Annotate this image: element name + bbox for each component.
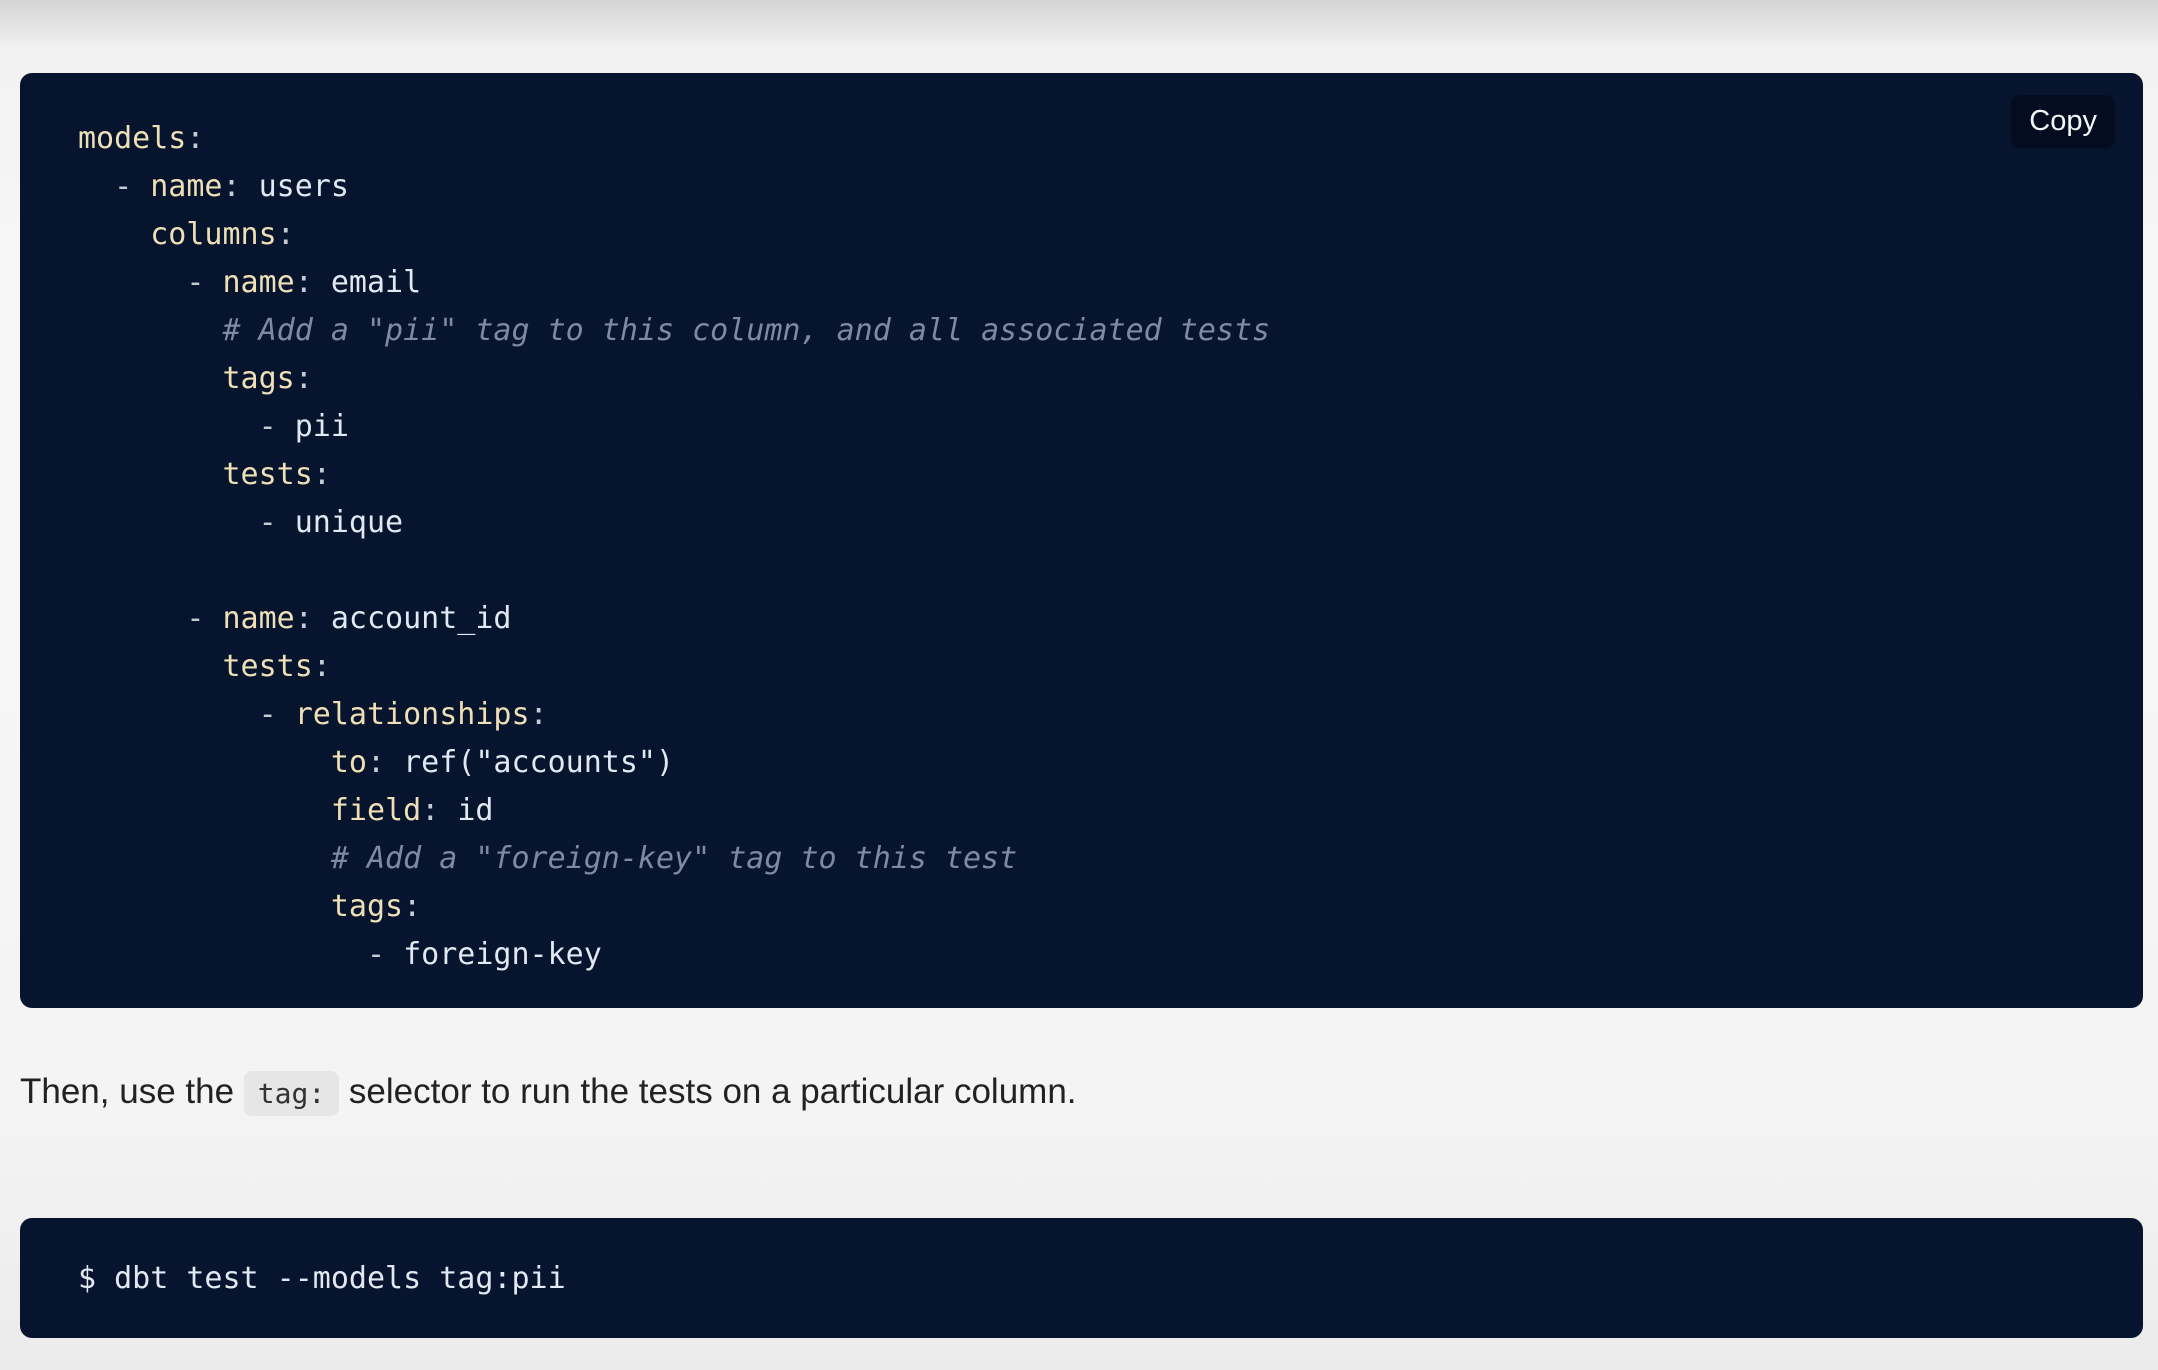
- code-key: tests: [222, 649, 313, 684]
- code-punct: [78, 649, 223, 684]
- code-line: - foreign-key: [78, 931, 2143, 979]
- code-punct: :: [312, 457, 331, 492]
- code-key: models: [78, 121, 187, 156]
- code-punct: :: [312, 649, 331, 684]
- code-key: name: [222, 601, 295, 636]
- code-punct: :: [294, 361, 313, 396]
- code-punct: -: [78, 697, 295, 732]
- code-line: field: id: [78, 787, 2143, 835]
- code-comment: # Add a "pii" tag to this column, and al…: [222, 313, 1271, 348]
- code-punct: [78, 313, 223, 348]
- code-punct: [78, 889, 331, 924]
- code-punct: :: [403, 889, 422, 924]
- inline-code-tag: tag:: [243, 1071, 340, 1116]
- code-key: relationships: [294, 697, 530, 732]
- code-key: tags: [330, 889, 404, 924]
- code-punct: :: [367, 745, 404, 780]
- code-line: - name: email: [78, 259, 2143, 307]
- code-line: models:: [78, 115, 2143, 163]
- code-punct: [78, 745, 331, 780]
- code-line: tests:: [78, 451, 2143, 499]
- code-punct: [78, 841, 331, 876]
- code-line: columns:: [78, 211, 2143, 259]
- code-line: - name: account_id: [78, 595, 2143, 643]
- code-punct: :: [294, 265, 331, 300]
- code-punct: :: [186, 121, 205, 156]
- paragraph-text-after: selector to run the tests on a particula…: [339, 1072, 1077, 1111]
- code-key: tags: [222, 361, 295, 396]
- code-value: foreign-key: [403, 937, 602, 972]
- code-punct: [78, 793, 331, 828]
- code-lines: models: - name: users columns: - name: e…: [78, 115, 2143, 979]
- code-line: to: ref("accounts"): [78, 739, 2143, 787]
- code-key: field: [330, 793, 422, 828]
- yaml-code-block: models: - name: users columns: - name: e…: [20, 73, 2143, 1008]
- instruction-paragraph: Then, use the tag: selector to run the t…: [20, 1064, 1077, 1122]
- code-key: name: [222, 265, 295, 300]
- code-key: columns: [150, 217, 277, 252]
- code-line: - relationships:: [78, 691, 2143, 739]
- code-comment: # Add a "foreign-key" tag to this test: [330, 841, 1018, 876]
- code-line: tags:: [78, 355, 2143, 403]
- code-value: users: [258, 169, 349, 204]
- code-punct: -: [78, 937, 404, 972]
- code-punct: -: [78, 601, 223, 636]
- code-key: tests: [222, 457, 313, 492]
- code-value: pii: [294, 409, 349, 444]
- code-line: tags:: [78, 883, 2143, 931]
- code-punct: :: [222, 169, 259, 204]
- code-punct: :: [421, 793, 458, 828]
- code-key: name: [150, 169, 223, 204]
- copy-button[interactable]: Copy: [2011, 95, 2115, 148]
- code-line: tests:: [78, 643, 2143, 691]
- code-value: unique: [294, 505, 404, 540]
- code-punct: -: [78, 409, 295, 444]
- shell-command: $ dbt test --models tag:pii: [78, 1260, 566, 1296]
- code-line: - unique: [78, 499, 2143, 547]
- code-line: # Add a "pii" tag to this column, and al…: [78, 307, 2143, 355]
- shell-code-block: $ dbt test --models tag:pii: [20, 1218, 2143, 1338]
- code-key: to: [330, 745, 367, 780]
- code-line: # Add a "foreign-key" tag to this test: [78, 835, 2143, 883]
- code-punct: :: [529, 697, 548, 732]
- code-punct: :: [276, 217, 295, 252]
- code-value: id: [457, 793, 494, 828]
- code-value: email: [330, 265, 422, 300]
- code-value: ref("accounts"): [403, 745, 675, 780]
- paragraph-text-before: Then, use the: [20, 1072, 244, 1111]
- code-punct: :: [294, 601, 331, 636]
- code-punct: [78, 457, 223, 492]
- code-line: - name: users: [78, 163, 2143, 211]
- code-punct: [78, 217, 150, 252]
- code-punct: [78, 361, 223, 396]
- code-value: account_id: [330, 601, 512, 636]
- code-punct: -: [78, 505, 295, 540]
- code-punct: -: [78, 265, 223, 300]
- code-line: - pii: [78, 403, 2143, 451]
- code-punct: -: [78, 169, 151, 204]
